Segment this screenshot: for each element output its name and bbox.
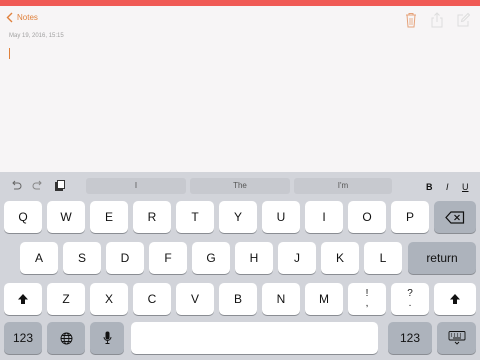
key-period-bottom: .: [408, 298, 412, 309]
key-question-period[interactable]: ? .: [391, 283, 429, 315]
back-label: Notes: [17, 13, 38, 22]
microphone-icon: [103, 331, 111, 344]
key-c[interactable]: C: [133, 283, 171, 315]
key-h[interactable]: H: [235, 242, 273, 274]
numbers-key-right[interactable]: 123: [388, 322, 432, 354]
suggestion-3[interactable]: I'm: [294, 178, 392, 194]
keyboard: I The I'm B I U Q W E R T Y U I O P A S …: [0, 172, 480, 360]
shift-icon: [18, 294, 28, 304]
key-e[interactable]: E: [90, 201, 128, 233]
key-q[interactable]: Q: [4, 201, 42, 233]
delete-key[interactable]: [434, 201, 476, 233]
underline-button[interactable]: U: [462, 182, 469, 192]
suggestion-2[interactable]: The: [190, 178, 290, 194]
dictation-key[interactable]: [90, 322, 124, 354]
key-n[interactable]: N: [262, 283, 300, 315]
key-y[interactable]: Y: [219, 201, 257, 233]
key-j[interactable]: J: [278, 242, 316, 274]
chevron-left-icon: [6, 12, 13, 23]
keyboard-dismiss-icon: [448, 331, 465, 345]
key-o[interactable]: O: [348, 201, 386, 233]
key-k[interactable]: K: [321, 242, 359, 274]
back-button[interactable]: Notes: [6, 12, 38, 23]
note-date: May 19, 2016, 15:15: [9, 33, 64, 39]
key-exclaim-comma[interactable]: ! ,: [348, 283, 386, 315]
key-b[interactable]: B: [219, 283, 257, 315]
delete-backspace-icon: [445, 210, 465, 224]
paste-icon[interactable]: [54, 179, 66, 191]
text-cursor: [9, 48, 10, 59]
redo-icon[interactable]: [32, 179, 44, 191]
shift-icon: [450, 294, 460, 304]
key-a[interactable]: A: [20, 242, 58, 274]
italic-button[interactable]: I: [446, 182, 449, 192]
return-key[interactable]: return: [408, 242, 476, 274]
compose-icon[interactable]: [456, 12, 470, 28]
key-comma-bottom: ,: [365, 298, 369, 309]
bold-button[interactable]: B: [426, 182, 433, 192]
keyboard-toolbar: I The I'm B I U: [0, 172, 480, 198]
navigation-bar: Notes: [0, 6, 480, 34]
key-r[interactable]: R: [133, 201, 171, 233]
key-x[interactable]: X: [90, 283, 128, 315]
key-w[interactable]: W: [47, 201, 85, 233]
key-g[interactable]: G: [192, 242, 230, 274]
key-f[interactable]: F: [149, 242, 187, 274]
shift-key-left[interactable]: [4, 283, 42, 315]
hide-keyboard-key[interactable]: [437, 322, 476, 354]
shift-key-right[interactable]: [434, 283, 476, 315]
globe-icon: [60, 332, 72, 344]
space-bar[interactable]: [131, 322, 378, 354]
note-body[interactable]: [0, 44, 480, 172]
key-z[interactable]: Z: [47, 283, 85, 315]
key-v[interactable]: V: [176, 283, 214, 315]
key-m[interactable]: M: [305, 283, 343, 315]
numbers-key-left[interactable]: 123: [4, 322, 42, 354]
globe-key[interactable]: [47, 322, 85, 354]
key-t[interactable]: T: [176, 201, 214, 233]
key-p[interactable]: P: [391, 201, 429, 233]
key-l[interactable]: L: [364, 242, 402, 274]
trash-icon[interactable]: [404, 12, 418, 28]
undo-icon[interactable]: [10, 179, 22, 191]
key-i[interactable]: I: [305, 201, 343, 233]
key-u[interactable]: U: [262, 201, 300, 233]
suggestion-1[interactable]: I: [86, 178, 186, 194]
share-icon[interactable]: [430, 12, 444, 28]
key-s[interactable]: S: [63, 242, 101, 274]
key-d[interactable]: D: [106, 242, 144, 274]
